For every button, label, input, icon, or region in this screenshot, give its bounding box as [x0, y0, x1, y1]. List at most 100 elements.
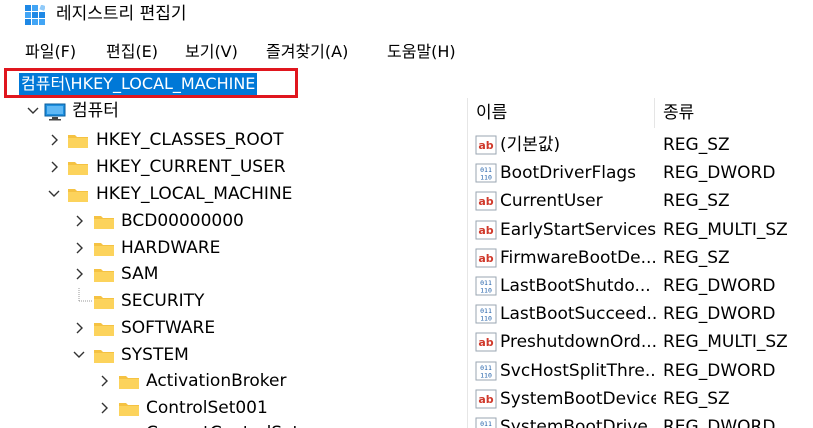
folder-icon [94, 243, 114, 256]
binary-value-icon: 011110 [475, 163, 497, 183]
value-name: SystemBootDevice [500, 388, 656, 409]
tree-item-current-control-set[interactable]: CurrentControlSet [0, 420, 468, 428]
binary-value-icon: 011110 [475, 304, 497, 324]
chevron-right-icon[interactable] [72, 261, 86, 287]
string-value-icon: ab [475, 332, 497, 352]
svg-text:ab: ab [478, 195, 493, 208]
binary-value-icon: 011110 [475, 361, 497, 381]
chevron-right-icon[interactable] [97, 368, 111, 394]
string-value-icon: ab [475, 135, 497, 155]
table-row[interactable]: ab CurrentUser REG_SZ [468, 187, 813, 215]
value-name: PreshutdownOrd... [500, 332, 656, 353]
tree-label-hkcr: HKEY_CLASSES_ROOT [96, 130, 284, 150]
value-name: LastBootSucceed... [500, 304, 656, 325]
folder-icon [68, 135, 88, 148]
table-row[interactable]: 011 110 SvcHostSplitThre... REG_DWORD [468, 357, 813, 385]
string-value-icon: ab [475, 248, 497, 268]
menu-bar: 파일(F) 편집(E) 보기(V) 즐겨찾기(A) 도움말(H) [0, 38, 813, 66]
tree-item-activation-broker[interactable]: ActivationBroker [0, 368, 468, 394]
svg-text:110: 110 [480, 287, 492, 295]
folder-icon [119, 403, 139, 416]
value-type: REG_SZ [663, 247, 730, 268]
tree-label-hklm: HKEY_LOCAL_MACHINE [96, 184, 293, 204]
tree-item-computer[interactable]: 컴퓨터 [0, 98, 468, 124]
tree-item-security[interactable]: SECURITY [0, 288, 468, 314]
tree-item-system[interactable]: SYSTEM [0, 342, 468, 368]
folder-icon [94, 216, 114, 229]
tree-item-hardware[interactable]: HARDWARE [0, 235, 468, 261]
svg-text:ab: ab [478, 139, 493, 152]
value-type: REG_MULTI_SZ [663, 219, 788, 240]
folder-icon [68, 189, 88, 202]
string-value-icon: ab [475, 389, 497, 409]
folder-icon [94, 350, 114, 363]
folder-icon [68, 162, 88, 175]
address-bar[interactable]: 컴퓨터\HKEY_LOCAL_MACHINE [0, 68, 813, 98]
table-row[interactable]: ab EarlyStartServices REG_MULTI_SZ [468, 216, 813, 244]
chevron-down-icon[interactable] [47, 181, 61, 207]
menu-favorites[interactable]: 즐겨찾기(A) [266, 41, 348, 63]
menu-help[interactable]: 도움말(H) [387, 41, 456, 63]
tree-item-software[interactable]: SOFTWARE [0, 315, 468, 341]
menu-edit[interactable]: 편집(E) [106, 41, 158, 63]
tree-item-controlset001[interactable]: ControlSet001 [0, 395, 468, 421]
table-row[interactable]: 011 110 LastBootSucceed... REG_DWORD [468, 300, 813, 328]
value-name: (기본값) [500, 135, 561, 155]
table-row[interactable]: ab (기본값) REG_SZ [468, 131, 813, 159]
tree-label-bcd: BCD00000000 [121, 211, 244, 231]
chevron-right-icon[interactable] [97, 395, 111, 421]
folder-icon [94, 296, 114, 309]
value-name: EarlyStartServices [500, 219, 656, 240]
tree-item-hklm[interactable]: HKEY_LOCAL_MACHINE [0, 181, 468, 207]
table-row[interactable]: ab FirmwareBootDe... REG_SZ [468, 244, 813, 272]
chevron-down-icon[interactable] [72, 342, 86, 368]
menu-file[interactable]: 파일(F) [25, 41, 76, 63]
svg-text:110: 110 [480, 315, 492, 323]
chevron-right-icon[interactable] [47, 154, 61, 180]
chevron-right-icon[interactable] [72, 235, 86, 261]
column-header-type[interactable]: 종류 [663, 102, 694, 124]
key-tree: 컴퓨터 HKEY_CLASSES_ROOT HKEY_CURRENT_USER … [0, 98, 468, 428]
table-row[interactable]: ab PreshutdownOrd... REG_MULTI_SZ [468, 328, 813, 356]
binary-value-icon: 011110 [475, 276, 497, 296]
chevron-right-icon[interactable] [72, 315, 86, 341]
tree-label-security: SECURITY [121, 291, 205, 311]
chevron-down-icon[interactable] [26, 98, 40, 124]
address-highlight-box [4, 68, 298, 98]
tree-label-computer: 컴퓨터 [72, 101, 119, 121]
menu-view[interactable]: 보기(V) [185, 41, 238, 63]
tree-item-bcd[interactable]: BCD00000000 [0, 208, 468, 234]
value-type: REG_MULTI_SZ [663, 332, 788, 353]
list-header: 이름 종류 [468, 98, 813, 128]
tree-item-sam[interactable]: SAM [0, 261, 468, 287]
value-name: LastBootShutdo... [500, 276, 651, 296]
tree-item-hkcu[interactable]: HKEY_CURRENT_USER [0, 154, 468, 180]
chevron-right-icon[interactable] [72, 208, 86, 234]
value-type: REG_SZ [663, 191, 730, 212]
value-name: CurrentUser [500, 191, 603, 212]
column-divider[interactable] [654, 98, 655, 128]
svg-text:ab: ab [478, 393, 493, 406]
chevron-right-icon[interactable] [47, 127, 61, 153]
tree-item-hkcr[interactable]: HKEY_CLASSES_ROOT [0, 127, 468, 153]
window-title: 레지스트리 편집기 [56, 4, 187, 24]
table-row[interactable]: ab SystemBootDevice REG_SZ [468, 385, 813, 413]
folder-icon [119, 376, 139, 389]
binary-value-icon: 011110 [475, 417, 497, 428]
tree-label-controlset001: ControlSet001 [146, 398, 268, 418]
value-name: BootDriverFlags [500, 163, 637, 184]
table-row[interactable]: 011110SystemBootDrive... REG_DWORD [468, 413, 813, 428]
value-list: 이름 종류 ab (기본값) REG_SZ 011 110 BootDriverFlags… [468, 98, 813, 428]
string-value-icon: ab [475, 191, 497, 211]
tree-label-current-control-set: CurrentControlSet [146, 420, 299, 428]
value-name: FirmwareBootDe... [500, 247, 656, 268]
table-row[interactable]: 011 110 LastBootShutdo... REG_DWORD [468, 272, 813, 300]
title-bar: 레지스트리 편집기 [0, 0, 813, 30]
tree-label-sam: SAM [121, 264, 159, 284]
folder-icon [94, 269, 114, 282]
svg-text:ab: ab [478, 336, 493, 349]
tree-label-software: SOFTWARE [121, 318, 216, 338]
column-header-name[interactable]: 이름 [476, 102, 507, 124]
table-row[interactable]: 011 110 BootDriverFlags REG_DWORD [468, 159, 813, 187]
svg-text:110: 110 [480, 174, 492, 182]
